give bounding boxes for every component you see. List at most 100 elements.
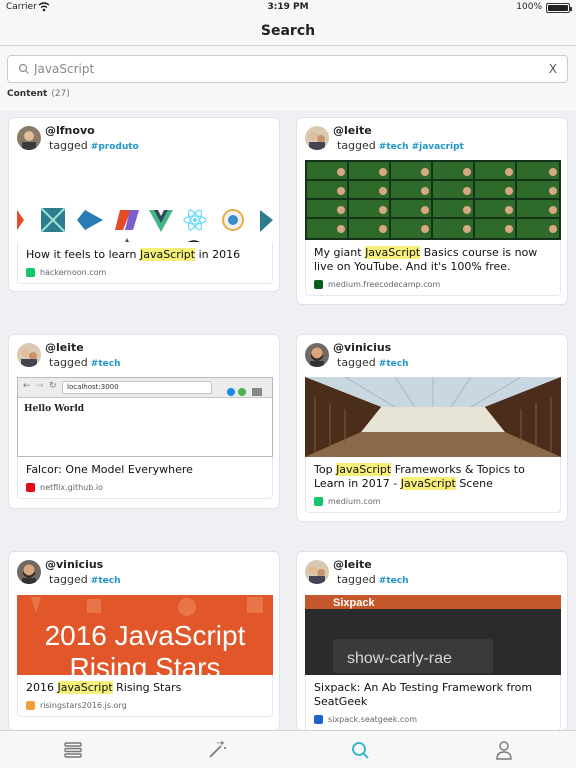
tagged-label: tagged <box>49 356 88 369</box>
avatar[interactable] <box>305 126 329 150</box>
tag-link[interactable]: #tech <box>379 359 409 369</box>
avatar[interactable] <box>17 560 41 584</box>
username[interactable]: @leite <box>333 124 372 137</box>
tag-line: tagged #tech <box>49 573 120 586</box>
post-card[interactable]: @leite tagged #tech Sixpack show-carly-ra… <box>296 551 568 731</box>
card-header: @leite tagged #tech #javacript <box>297 118 567 156</box>
js-logos-collage: npm TS D3 <box>17 207 273 242</box>
link-preview-image[interactable] <box>305 377 561 457</box>
tab-bar <box>0 730 576 768</box>
clock: 3:19 PM <box>267 2 309 12</box>
card-header: @vinicius tagged #tech <box>297 335 567 373</box>
card-header: @leite tagged #tech <box>297 552 567 590</box>
post-card[interactable]: @vinicius tagged #tech 2016 JavaScript Ri… <box>8 551 280 731</box>
card-header: @lfnovo tagged #produto <box>9 118 279 156</box>
username[interactable]: @leite <box>45 341 84 354</box>
tagged-label: tagged <box>49 139 88 152</box>
search-highlight: JavaScript <box>336 463 392 476</box>
freecodecamp-favicon-icon <box>314 280 323 289</box>
link-title[interactable]: Falcor: One Model Everywhere <box>26 463 264 477</box>
link-title[interactable]: 2016 JavaScript Rising Stars <box>26 681 264 695</box>
link-info[interactable]: Sixpack: An Ab Testing Framework from Se… <box>305 675 561 730</box>
rising-stars-banner: 2016 JavaScript Rising Stars <box>17 595 273 675</box>
netflix-favicon-icon <box>26 483 35 492</box>
clear-search-button[interactable]: X <box>549 62 557 76</box>
tag-link[interactable]: #tech #javacript <box>379 142 464 152</box>
username[interactable]: @vinicius <box>333 341 391 354</box>
profile-icon[interactable] <box>493 739 515 761</box>
link-preview-image[interactable]: ← → ↻ localhost:3000 Hello World <box>17 377 273 457</box>
url-bar: localhost:3000 <box>62 381 212 394</box>
feed-icon[interactable] <box>62 739 84 761</box>
reload-icon: ↻ <box>49 381 57 391</box>
link-info[interactable]: Top JavaScript Frameworks & Topics to Le… <box>305 457 561 513</box>
link-title[interactable]: My giant JavaScript Basics course is now… <box>314 246 552 274</box>
search-input[interactable] <box>34 59 534 79</box>
navigation-bar: Search <box>0 16 576 46</box>
tag-line: tagged #tech <box>49 356 120 369</box>
link-domain: netflix.github.io <box>26 483 264 492</box>
post-card[interactable]: @vinicius tagged #tech Top JavaScript Fra… <box>296 334 568 522</box>
tagged-label: tagged <box>49 573 88 586</box>
tag-line: tagged #tech <box>337 356 408 369</box>
search-icon[interactable] <box>349 739 371 761</box>
link-domain: hackernoon.com <box>26 268 264 277</box>
post-card[interactable]: @leite tagged #tech ← → ↻ localhost:3000 … <box>8 334 280 509</box>
tag-line: tagged #tech <box>337 573 408 586</box>
tagged-label: tagged <box>337 139 376 152</box>
risingstars-favicon-icon <box>26 701 35 710</box>
link-title[interactable]: How it feels to learn JavaScript in 2016 <box>26 248 264 262</box>
search-box[interactable]: X <box>7 55 568 83</box>
post-card[interactable]: @leite tagged #tech #javacript My giant J… <box>296 117 568 305</box>
browser-toolbar: ← → ↻ localhost:3000 <box>18 378 272 398</box>
tagged-label: tagged <box>337 356 376 369</box>
link-preview-image[interactable]: Sixpack show-carly-rae <box>305 595 561 675</box>
link-info[interactable]: How it feels to learn JavaScript in 2016… <box>17 242 273 284</box>
section-title: Content <box>7 89 48 99</box>
link-title[interactable]: Top JavaScript Frameworks & Topics to Le… <box>314 463 552 491</box>
seatgeek-favicon-icon <box>314 715 323 724</box>
link-info[interactable]: Falcor: One Model Everywhere netflix.git… <box>17 457 273 499</box>
username[interactable]: @leite <box>333 558 372 571</box>
banner-line2: Rising Stars <box>70 652 221 675</box>
link-domain: medium.com <box>314 497 552 506</box>
link-domain: sixpack.seatgeek.com <box>314 715 552 724</box>
section-header: Content (27) <box>7 89 70 99</box>
search-highlight: JavaScript <box>139 248 196 261</box>
magic-wand-icon[interactable] <box>206 739 228 761</box>
card-header: @leite tagged #tech <box>9 335 279 373</box>
tag-link[interactable]: #tech <box>91 576 121 586</box>
search-area: X Content(27) <box>0 47 576 111</box>
link-preview-image[interactable] <box>305 160 561 240</box>
link-info[interactable]: My giant JavaScript Basics course is now… <box>305 240 561 296</box>
tag-link[interactable]: #tech <box>91 359 121 369</box>
page-title: Search <box>260 23 316 39</box>
library-photo <box>305 377 561 457</box>
forward-icon: → <box>36 381 44 391</box>
banner-line1: 2016 JavaScript <box>45 620 246 651</box>
search-highlight: JavaScript <box>365 246 421 259</box>
link-title[interactable]: Sixpack: An Ab Testing Framework from Se… <box>314 681 552 709</box>
avatar[interactable] <box>305 560 329 584</box>
avatar[interactable] <box>17 126 41 150</box>
avatar[interactable] <box>305 343 329 367</box>
link-preview-image[interactable]: 2016 JavaScript Rising Stars <box>17 595 273 675</box>
post-card[interactable]: @lfnovo tagged#produto npm TS <box>8 117 280 292</box>
sixpack-experiment-name: show-carly-rae <box>347 650 452 667</box>
sixpack-brand: Sixpack <box>333 597 375 609</box>
back-icon: ← <box>23 381 31 391</box>
username[interactable]: @vinicius <box>45 558 103 571</box>
avatar[interactable] <box>17 343 41 367</box>
medium-favicon-icon <box>314 497 323 506</box>
link-info[interactable]: 2016 JavaScript Rising Stars risingstars… <box>17 675 273 717</box>
tag-line: tagged #tech #javacript <box>337 139 464 152</box>
extension-icons <box>226 382 266 396</box>
tag-link[interactable]: #produto <box>91 142 139 152</box>
link-preview-image[interactable]: npm TS D3 <box>17 158 273 242</box>
search-icon <box>18 63 29 74</box>
medium-favicon-icon <box>26 268 35 277</box>
status-bar: Carrier 3:19 PM 100% <box>0 0 576 16</box>
tag-link[interactable]: #tech <box>379 576 409 586</box>
username[interactable]: @lfnovo <box>45 124 95 137</box>
link-domain: medium.freecodecamp.com <box>314 280 552 289</box>
